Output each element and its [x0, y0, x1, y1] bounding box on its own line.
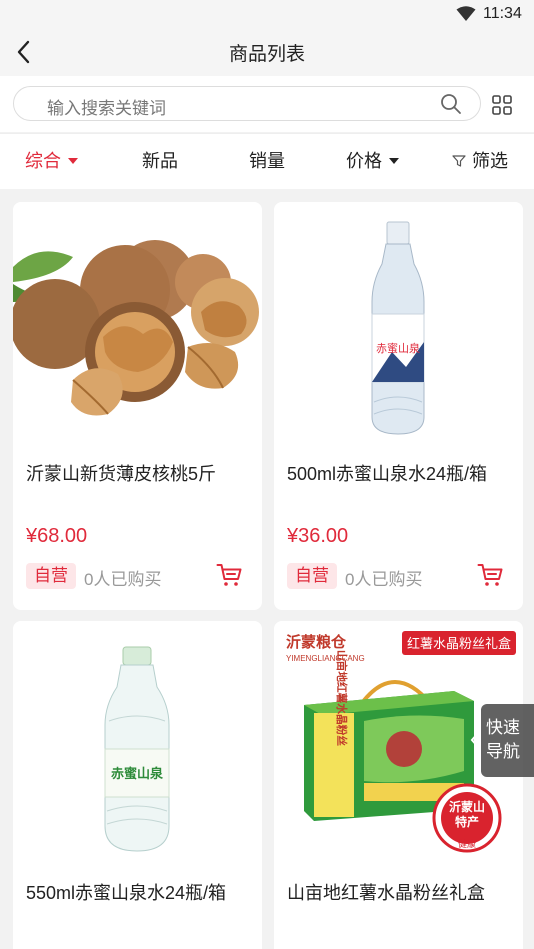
tab-comprehensive[interactable]: 综合 [25, 148, 78, 174]
wifi-icon [456, 6, 476, 21]
tab-new[interactable]: 新品 [142, 148, 178, 174]
seal-text: 沂蒙山 [449, 799, 485, 814]
tab-price[interactable]: 价格 [346, 148, 399, 174]
product-name: 500ml赤蜜山泉水24瓶/箱 [287, 464, 488, 484]
search-icon[interactable] [440, 93, 462, 115]
bottle-label: 赤蜜山泉 [111, 766, 164, 781]
gift-box-text: 山亩地红薯水晶粉丝 [335, 650, 349, 746]
clock: 11:34 [483, 5, 522, 22]
tab-label: 新品 [142, 151, 178, 171]
gift-tag-text: 红薯水晶粉丝礼盒 [407, 636, 511, 651]
product-name: 沂蒙山新货薄皮核桃5斤 [26, 464, 217, 484]
self-operated-badge: 自营 [26, 563, 76, 589]
product-image-water-500ml: 赤蜜山泉 [274, 202, 523, 440]
grid-view-icon[interactable] [491, 94, 513, 116]
caret-down-icon [389, 157, 399, 164]
tab-filter[interactable]: 筛选 [452, 148, 508, 174]
quick-nav-label: 快速 [486, 718, 520, 737]
product-card[interactable]: 赤蜜山泉 500ml赤蜜山泉水24瓶/箱 ¥36.00 自营 0人已购买 [274, 202, 523, 610]
product-name: 550ml赤蜜山泉水24瓶/箱 [26, 883, 227, 903]
brand-logo-pinyin: YIMENGLIANGCANG [286, 654, 365, 663]
tab-label: 销量 [249, 151, 285, 171]
quick-nav-label: 导航 [486, 742, 520, 761]
brand-logo-text: 沂蒙粮仓 [286, 633, 347, 651]
sort-tabs: 综合 新品 销量 价格 筛选 [0, 133, 534, 189]
product-image-water-550ml: 赤蜜山泉 [13, 621, 262, 859]
product-name: 山亩地红薯水晶粉丝礼盒 [287, 883, 485, 903]
seal-text: 健康 [458, 838, 476, 849]
filter-icon [452, 155, 466, 167]
add-to-cart-icon[interactable] [216, 562, 242, 588]
tab-label: 价格 [346, 151, 382, 171]
product-card[interactable]: 沂蒙山新货薄皮核桃5斤 ¥68.00 自营 0人已购买 [13, 202, 262, 610]
self-operated-badge: 自营 [287, 563, 337, 589]
status-bar: 11:34 [0, 0, 534, 28]
quick-nav-button[interactable]: 快速 导航 [470, 704, 534, 777]
bottle-label: 赤蜜山泉 [376, 341, 420, 355]
product-card[interactable]: 沂蒙粮仓 YIMENGLIANGCANG 红薯水晶粉丝礼盒 山亩地红薯水晶粉丝 … [274, 621, 523, 949]
chevron-left-icon [470, 731, 480, 749]
search-bar: 输入搜索关键词 [0, 76, 534, 132]
product-card[interactable]: 赤蜜山泉 550ml赤蜜山泉水24瓶/箱 [13, 621, 262, 949]
product-image-walnuts [13, 202, 262, 440]
search-placeholder: 输入搜索关键词 [47, 99, 166, 118]
tab-label: 综合 [25, 151, 61, 171]
page-title: 商品列表 [228, 44, 305, 65]
tab-sales[interactable]: 销量 [249, 148, 285, 174]
nav-bar: 商品列表 [0, 28, 534, 76]
tab-label: 筛选 [472, 151, 508, 171]
purchase-count: 0人已购买 [345, 570, 423, 589]
product-price: ¥68.00 [26, 525, 88, 547]
search-input[interactable]: 输入搜索关键词 [13, 86, 481, 121]
add-to-cart-icon[interactable] [477, 562, 503, 588]
caret-down-icon [68, 157, 78, 164]
product-price: ¥36.00 [287, 525, 349, 547]
purchase-count: 0人已购买 [84, 570, 162, 589]
seal-text: 特产 [455, 814, 479, 829]
